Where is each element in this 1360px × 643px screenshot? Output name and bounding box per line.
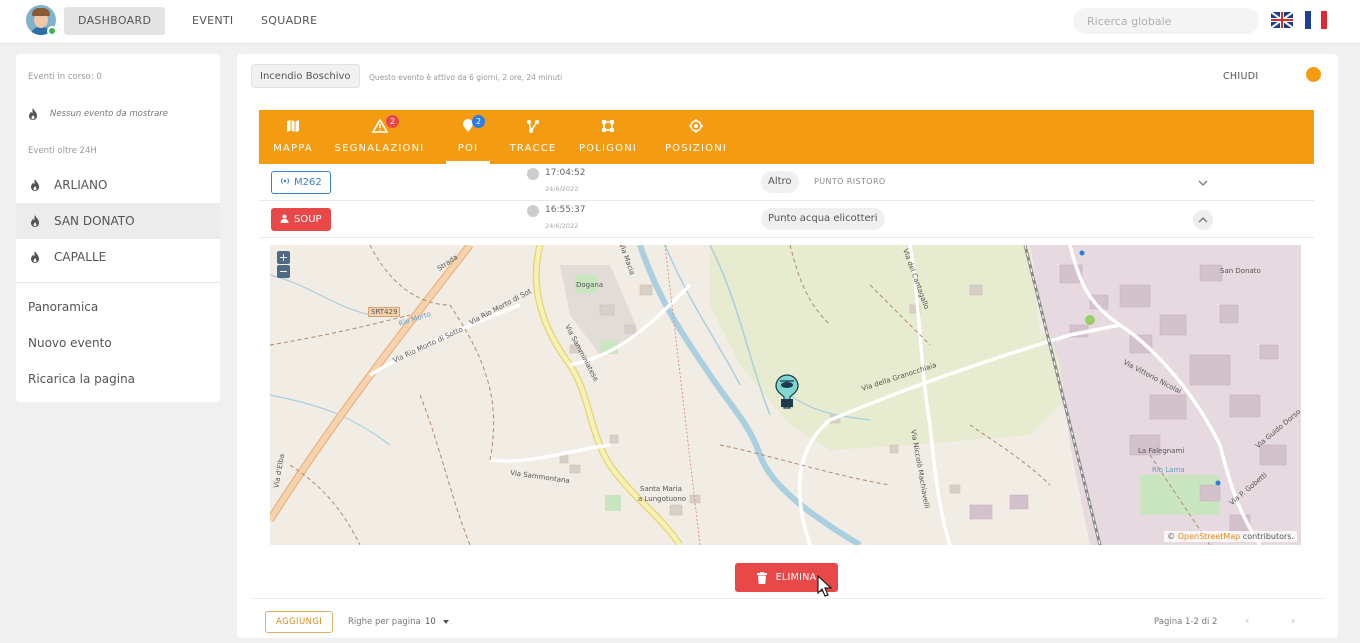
tab-tracce[interactable]: TRACCE [508,110,558,164]
sidebar-event-san-donato[interactable]: SAN DONATO [16,203,220,239]
event-detail-panel: Incendio Boschivo Questo evento è attivo… [237,54,1338,638]
nav-dashboard[interactable]: DASHBOARD [64,7,166,35]
poi-map[interactable]: SRT429 Rio Morto Via Rio Morto di Sotto … [270,245,1301,545]
sidebar-link-ricarica[interactable]: Ricarica la pagina [28,372,135,386]
poi-code-label: SOUP [294,214,322,225]
sidebar-event-label: CAPALLE [54,250,107,264]
map-zoom-controls: + − [277,251,290,279]
next-page-button[interactable]: › [1291,614,1295,627]
attribution-prefix: © [1167,532,1178,541]
event-status-indicator [1306,67,1321,82]
sidebar-event-capalle[interactable]: CAPALLE [16,239,220,275]
events-over-24h-header: Eventi oltre 24H [28,146,97,156]
events-in-progress-count: Eventi in corso: 0 [28,72,102,82]
map-canvas [270,245,1301,545]
map-icon [287,120,299,132]
delete-label: ELIMINA [775,572,817,583]
poi-row[interactable]: M262 17:04:52 24/6/2022 Altro PUNTO RIST… [259,164,1314,201]
poi-code-chip[interactable]: M262 [271,171,331,194]
tab-label: TRACCE [509,143,557,154]
tab-label: POLIGONI [578,143,638,154]
no-events-label: Nessun evento da mostrare [50,109,169,119]
top-bar: DASHBOARD EVENTI SQUADRE [0,0,1360,44]
poi-subtype: PUNTO RISTORO [814,177,886,186]
chevron-down-icon[interactable] [1193,173,1213,193]
map-label: San Donato [1220,267,1261,275]
tab-mappa[interactable]: MAPPA [273,110,313,164]
openstreetmap-link[interactable]: OpenStreetMap [1178,532,1241,541]
trash-icon [756,571,767,584]
chevron-up-icon[interactable] [1193,210,1213,230]
event-name-chip: Incendio Boschivo [251,64,360,88]
poi-code-chip[interactable]: SOUP [271,208,331,231]
english-flag-icon[interactable] [1271,12,1293,28]
footer-divider [251,598,1324,599]
french-flag-icon[interactable] [1305,11,1329,29]
tab-label: MAPPA [273,143,313,154]
fire-icon [31,215,39,227]
sidebar-link-nuovo-evento[interactable]: Nuovo evento [28,336,112,350]
zoom-out-button[interactable]: − [277,265,290,278]
fire-icon [31,251,39,263]
event-status-text: Questo evento è attivo da 6 giorni, 2 or… [369,73,563,82]
tab-label: POSIZIONI [664,143,728,154]
sidebar-event-arliano[interactable]: ARLIANO [16,167,220,203]
mouse-cursor-icon [817,575,833,597]
polygon-icon [602,120,614,132]
zoom-in-button[interactable]: + [277,251,290,264]
sidebar-event-label: SAN DONATO [54,214,135,228]
person-icon [280,214,289,223]
clock-icon [527,168,539,180]
poi-row[interactable]: SOUP 16:55:37 24/6/2022 Punto acqua elic… [259,201,1314,238]
broadcast-icon [280,178,290,184]
attribution-suffix: contributors. [1240,532,1294,541]
map-label: Santa Maria [640,485,682,493]
sidebar-link-panoramica[interactable]: Panoramica [28,300,98,314]
nav-eventi[interactable]: EVENTI [178,7,247,35]
map-label: Rio Lama [1152,466,1185,474]
rows-per-page-label: Righe per pagina [348,617,421,627]
map-label: Dogana [576,281,604,289]
tab-segnalazioni[interactable]: 2 SEGNALAZIONI [327,110,432,164]
add-poi-button[interactable]: AGGIUNGI [265,611,334,633]
fire-icon [29,108,37,120]
tab-badge: 2 [386,115,399,128]
poi-code-label: M262 [294,177,322,188]
online-status-icon [47,26,57,36]
poi-date: 24/6/2022 [545,222,579,230]
poi-type-chip: Punto acqua elicotteri [761,208,885,230]
tab-label: SEGNALAZIONI [334,143,425,154]
fire-icon [31,179,39,191]
map-label: a Lungotuono [638,495,687,503]
rows-per-page-select[interactable]: 10 [425,617,436,627]
tracks-icon [527,120,539,133]
target-icon [689,119,703,133]
tab-badge: 2 [472,115,485,128]
close-event-button[interactable]: CHIUDI [1223,71,1258,82]
caret-down-icon[interactable] [443,620,449,624]
map-label: La Falegnami [1138,447,1185,455]
tab-poligoni[interactable]: POLIGONI [577,110,639,164]
poi-type-chip: Altro [761,171,799,193]
sidebar-divider [16,282,220,283]
poi-time: 16:55:37 [545,205,586,215]
map-label: SRT429 [368,307,401,317]
previous-page-button[interactable]: ‹ [1245,614,1249,627]
poi-time: 17:04:52 [545,168,586,178]
global-search-input[interactable] [1073,8,1259,34]
tab-label: POI [457,143,479,154]
nav-squadre[interactable]: SQUADRE [247,7,331,35]
poi-date: 24/6/2022 [545,185,579,193]
map-attribution: © OpenStreetMap contributors. [1164,531,1297,542]
no-events-message: Nessun evento da mostrare [28,108,168,120]
sidebar: Eventi in corso: 0 Nessun evento da most… [16,54,220,402]
tab-poi[interactable]: 2 POI [446,110,490,164]
pagination-info: Pagina 1-2 di 2 [1154,617,1218,627]
sidebar-event-label: ARLIANO [54,178,108,192]
event-tabs: MAPPA 2 SEGNALAZIONI 2 POI TRACCE POLIGO… [259,110,1314,164]
tab-posizioni[interactable]: POSIZIONI [659,110,733,164]
clock-icon [527,205,539,217]
